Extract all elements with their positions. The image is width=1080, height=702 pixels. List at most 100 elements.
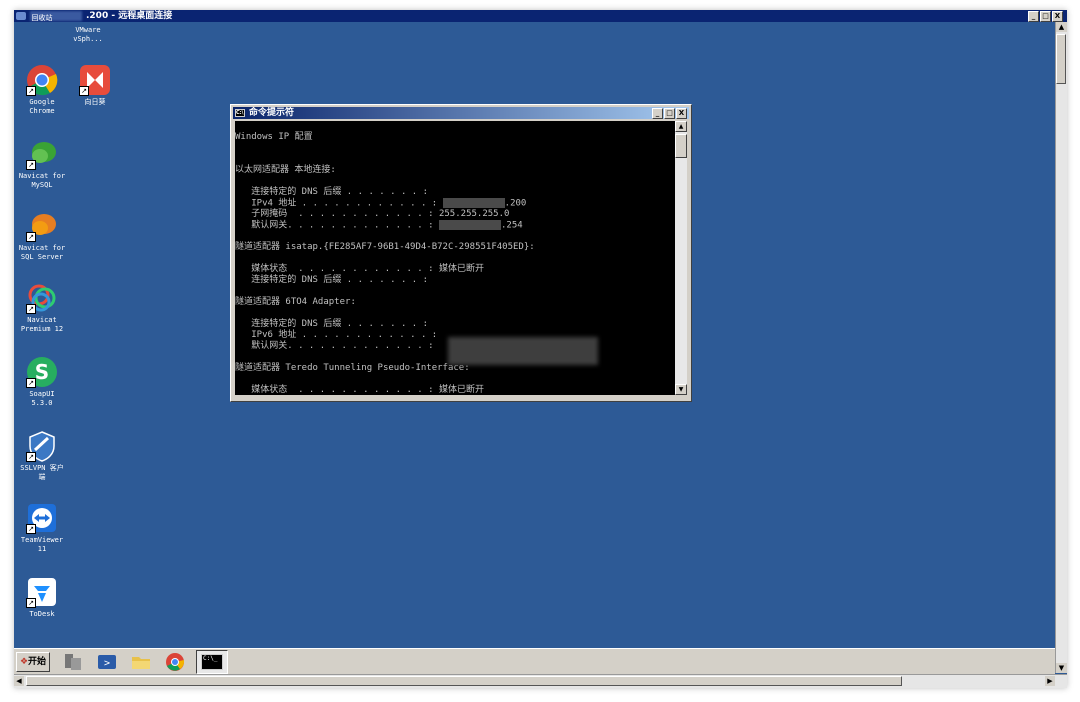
soapui-icon: S ↗: [26, 356, 58, 388]
scroll-thumb[interactable]: [26, 676, 902, 686]
console-line: 以太网适配器 本地连接:: [235, 165, 336, 175]
console-line: 子网掩码 . . . . . . . . . . . . : 255.255.2…: [235, 209, 510, 219]
cmd-icon: C:\: [235, 109, 245, 117]
scroll-right-arrow-icon[interactable]: ▶: [1045, 676, 1055, 686]
start-button[interactable]: ❖开始: [16, 652, 50, 672]
scroll-down-arrow-icon[interactable]: ▼: [1056, 663, 1067, 673]
remote-desktop-title: .200 - 远程桌面连接: [86, 11, 173, 21]
taskbar-cmd-button[interactable]: C:\_: [196, 650, 228, 674]
cmd-scrollbar[interactable]: ▲ ▼: [675, 121, 687, 395]
gateway-suffix: .254: [500, 220, 523, 231]
desktop-icon-navicat-premium[interactable]: ↗ Navicat Premium 12: [14, 282, 70, 334]
desktop-icon-label: Google Chrome: [29, 98, 55, 115]
chrome-icon: ↗: [26, 64, 58, 96]
command-prompt-window[interactable]: C:\ 命令提示符 _ □ X Windows IP 配置 以太网适配器 本地连…: [230, 104, 692, 402]
console-line: Windows IP 配置: [235, 132, 313, 142]
shortcut-arrow-icon: ↗: [26, 86, 36, 96]
console-line: 媒体状态 . . . . . . . . . . . . : 媒体已断开: [235, 264, 484, 274]
ipv4-suffix: .200: [504, 198, 527, 209]
redacted-ipv6-block: [448, 337, 598, 365]
desktop-icon-label: Navicat for SQL Server: [18, 244, 66, 261]
server-manager-icon[interactable]: [62, 652, 84, 672]
console-line: 媒体状态 . . . . . . . . . . . . : 媒体已断开: [235, 385, 484, 395]
shortcut-arrow-icon: ↗: [26, 304, 36, 314]
todesk-icon: ↗: [26, 576, 58, 608]
shortcut-arrow-icon: ↗: [26, 378, 36, 388]
desktop-icon-vmware-vsphere[interactable]: VMware vSph...: [60, 24, 116, 44]
scroll-left-arrow-icon[interactable]: ◀: [14, 676, 24, 686]
console-line-gateway: 默认网关. . . . . . . . . . . . . : .254: [235, 220, 677, 231]
scroll-thumb[interactable]: [675, 134, 687, 158]
shortcut-arrow-icon: ↗: [26, 524, 36, 534]
maximize-button[interactable]: □: [1040, 11, 1051, 22]
console-line: 连接特定的 DNS 后缀 . . . . . . . :: [235, 275, 429, 285]
cmd-maximize-button[interactable]: □: [664, 108, 675, 119]
sslvpn-shield-icon: ↗: [26, 430, 58, 462]
desktop-icon-google-chrome[interactable]: ↗ Google Chrome: [14, 64, 70, 116]
desktop-icon-label: 向日葵: [84, 98, 106, 106]
scroll-thumb[interactable]: [1056, 34, 1066, 84]
desktop-icon-recycle-bin[interactable]: 回收站: [14, 12, 70, 23]
cmd-close-button[interactable]: X: [676, 108, 687, 119]
shortcut-arrow-icon: ↗: [79, 86, 89, 96]
scroll-up-arrow-icon[interactable]: ▲: [1056, 22, 1067, 32]
desktop-icon-teamviewer[interactable]: ↗ TeamViewer 11: [14, 502, 70, 554]
redacted-ip: [438, 220, 501, 230]
desktop-icon-label: ToDesk: [29, 610, 55, 618]
desktop-icon-xiangrikui[interactable]: ↗ 向日葵: [67, 64, 123, 107]
console-line: 连接特定的 DNS 后缀 . . . . . . . :: [235, 319, 429, 329]
console-line: 连接特定的 DNS 后缀 . . . . . . . :: [235, 187, 429, 197]
navicat-sqlserver-icon: ↗: [26, 210, 58, 242]
shortcut-arrow-icon: ↗: [26, 452, 36, 462]
desktop-icon-sslvpn[interactable]: ↗ SSLVPN 客户 端: [14, 430, 70, 482]
remote-vertical-scrollbar[interactable]: ▲ ▼: [1055, 22, 1067, 673]
windows-flag-icon: ❖: [19, 657, 29, 667]
close-button[interactable]: X: [1052, 11, 1063, 22]
taskbar: ❖开始 > C:\_: [14, 648, 1055, 676]
command-prompt-titlebar[interactable]: C:\ 命令提示符 _ □ X: [233, 107, 689, 119]
teamviewer-icon: ↗: [26, 502, 58, 534]
svg-text:S: S: [35, 360, 49, 384]
remote-horizontal-scrollbar[interactable]: ◀ ▶: [14, 674, 1067, 688]
cmd-icon: C:\_: [201, 654, 223, 670]
desktop-icon-label: Navicat for MySQL: [18, 172, 66, 189]
chrome-icon[interactable]: [164, 652, 186, 672]
console-output[interactable]: Windows IP 配置 以太网适配器 本地连接: 连接特定的 DNS 后缀 …: [235, 121, 677, 395]
console-line: 隧道适配器 isatap.{FE285AF7-96B1-49D4-B72C-29…: [235, 242, 535, 252]
scroll-up-arrow-icon[interactable]: ▲: [675, 121, 687, 132]
navicat-mysql-icon: ↗: [26, 138, 58, 170]
desktop-icon-label: VMware vSph...: [73, 26, 103, 43]
shortcut-arrow-icon: ↗: [26, 232, 36, 242]
desktop-icon-todesk[interactable]: ↗ ToDesk: [14, 576, 70, 619]
ipv4-label: IPv4 地址 . . . . . . . . . . . . :: [235, 198, 438, 209]
remote-desktop-window: .200 - 远程桌面连接 _ □ X 回收站 VMware vSph... ↗…: [14, 10, 1067, 688]
desktop-icon-soapui[interactable]: S ↗ SoapUI 5.3.0: [14, 356, 70, 408]
powershell-icon[interactable]: >: [96, 652, 118, 672]
remote-desktop-titlebar: .200 - 远程桌面连接 _ □ X: [14, 10, 1067, 22]
command-prompt-title: 命令提示符: [249, 108, 295, 118]
desktop-icon-label: SoapUI 5.3.0: [29, 390, 55, 407]
desktop-icon-label: Navicat Premium 12: [20, 316, 64, 333]
desktop-icon-navicat-mysql[interactable]: ↗ Navicat for MySQL: [14, 138, 70, 190]
explorer-icon[interactable]: [130, 652, 152, 672]
console-line: 隧道适配器 6TO4 Adapter:: [235, 297, 356, 307]
xiangrikui-icon: ↗: [79, 64, 111, 96]
scroll-down-arrow-icon[interactable]: ▼: [675, 384, 687, 395]
console-line-ipv4: IPv4 地址 . . . . . . . . . . . . : .200: [235, 198, 677, 209]
cmd-minimize-button[interactable]: _: [652, 108, 663, 119]
navicat-premium-icon: ↗: [26, 282, 58, 314]
minimize-button[interactable]: _: [1028, 11, 1039, 22]
svg-text:>: >: [104, 658, 110, 669]
desktop-icon-label: SSLVPN 客户 端: [20, 464, 64, 481]
desktop-icon-navicat-sqlserver[interactable]: ↗ Navicat for SQL Server: [14, 210, 70, 262]
shortcut-arrow-icon: ↗: [26, 160, 36, 170]
desktop-icon-label: 回收站: [31, 14, 53, 22]
